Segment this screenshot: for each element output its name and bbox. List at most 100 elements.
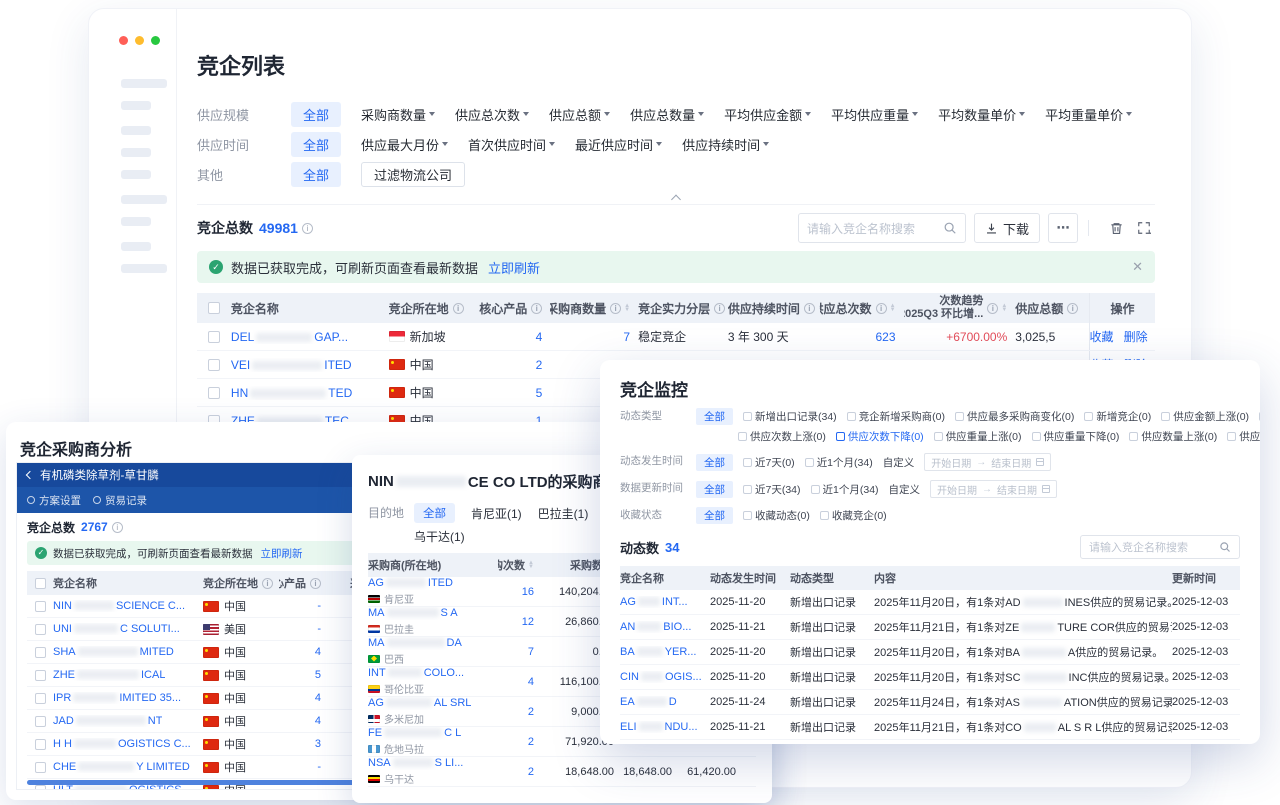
filter-checkbox-item[interactable]: 竞企新增采购商(0) <box>847 409 945 424</box>
fullscreen-button[interactable] <box>1133 217 1155 239</box>
select-all-checkbox[interactable] <box>35 578 46 589</box>
filter-checkbox-item[interactable]: 供应金额上涨(0) <box>1161 409 1249 424</box>
sort-icon[interactable]: ▲▼ <box>528 561 534 569</box>
filter-checkbox-item[interactable]: 近7天(34) <box>743 482 801 497</box>
filter-dropdown[interactable]: 平均重量单价 <box>1045 105 1132 124</box>
destination-filter[interactable]: 乌干达(1) <box>414 528 465 545</box>
row-checkbox[interactable] <box>35 716 46 727</box>
trash-button[interactable] <box>1105 217 1127 239</box>
filter-toggle-chip[interactable]: 过滤物流公司 <box>361 162 465 187</box>
row-checkbox[interactable] <box>35 601 46 612</box>
refresh-now-link[interactable]: 立即刷新 <box>261 546 303 561</box>
company-name-link[interactable]: SHAMITED <box>53 646 174 658</box>
select-all-checkbox[interactable] <box>208 302 220 314</box>
company-name-link[interactable]: ZHEICAL <box>53 669 165 681</box>
filter-checkbox-item[interactable]: 新增出口记录(34) <box>743 409 837 424</box>
filter-checkbox-item[interactable]: 近1个月(34) <box>805 455 873 470</box>
filter-dropdown[interactable]: 平均供应金额 <box>724 105 811 124</box>
filter-all-chip[interactable]: 全部 <box>696 408 733 425</box>
company-name-link[interactable]: CINOGIS... <box>620 671 702 683</box>
filter-dropdown[interactable]: 首次供应时间 <box>468 135 555 154</box>
company-name-link[interactable]: HNTED <box>231 386 352 400</box>
filter-all-chip[interactable]: 全部 <box>696 481 733 498</box>
menu-item[interactable]: 贸易记录 <box>93 493 147 508</box>
filter-dropdown[interactable]: 供应最大月份 <box>361 135 448 154</box>
company-name-link[interactable]: UNIC SOLUTI... <box>53 623 180 635</box>
row-checkbox[interactable] <box>35 785 46 791</box>
destination-filter[interactable]: 肯尼亚(1) <box>471 505 522 522</box>
filter-checkbox-item[interactable]: 供应数量下降(0) <box>1227 429 1260 444</box>
minimize-window-button[interactable] <box>135 36 144 45</box>
purchaser-name-link[interactable]: MAS A <box>368 607 458 620</box>
company-name-link[interactable]: EAD <box>620 696 677 708</box>
row-checkbox[interactable] <box>35 762 46 773</box>
filter-dropdown[interactable]: 供应总次数 <box>455 105 529 124</box>
purchaser-name-link[interactable]: MADA <box>368 637 462 650</box>
filter-dropdown[interactable]: 供应总数量 <box>630 105 704 124</box>
row-checkbox[interactable] <box>35 693 46 704</box>
menu-item[interactable]: 方案设置 <box>27 493 81 508</box>
row-checkbox[interactable] <box>35 624 46 635</box>
row-action-delete[interactable]: 删除 <box>1124 328 1148 345</box>
filter-checkbox-item[interactable]: 供应金额下降(0) <box>1259 409 1260 424</box>
company-name-link[interactable]: JADNT <box>53 715 162 727</box>
collapse-filters-button[interactable] <box>197 189 1155 205</box>
filter-checkbox-item[interactable]: 供应重量上涨(0) <box>934 429 1022 444</box>
date-range-picker[interactable]: 开始日期→结束日期 <box>924 453 1051 471</box>
filter-dropdown[interactable]: 最近供应时间 <box>575 135 662 154</box>
filter-checkbox-item[interactable]: 收藏动态(0) <box>743 508 810 523</box>
filter-all-chip[interactable]: 全部 <box>414 503 455 523</box>
back-icon[interactable] <box>26 471 34 479</box>
filter-dropdown[interactable]: 供应总额 <box>549 105 610 124</box>
company-name-link[interactable]: DELGAP... <box>231 330 348 344</box>
more-button[interactable]: ⋯ <box>1048 213 1078 243</box>
date-range-picker[interactable]: 开始日期→结束日期 <box>930 480 1057 498</box>
company-name-link[interactable]: AGINT... <box>620 596 688 608</box>
filter-all-chip[interactable]: 全部 <box>291 102 341 127</box>
row-checkbox[interactable] <box>35 670 46 681</box>
filter-checkbox-item[interactable]: 新增竞企(0) <box>1084 409 1151 424</box>
company-search-input[interactable]: 请输入竞企名称搜索 <box>798 213 966 243</box>
filter-dropdown[interactable]: 平均供应重量 <box>831 105 918 124</box>
sort-icon[interactable]: ▲▼ <box>1001 304 1007 312</box>
company-name-link[interactable]: CHEY LIMITED <box>53 761 190 773</box>
company-name-link[interactable]: BAYER... <box>620 646 696 658</box>
company-name-link[interactable]: ANBIO... <box>620 621 691 633</box>
sort-icon[interactable]: ▲▼ <box>624 304 630 312</box>
row-checkbox[interactable] <box>208 331 220 343</box>
filter-dropdown[interactable]: 供应持续时间 <box>682 135 769 154</box>
filter-all-chip[interactable]: 全部 <box>696 454 733 471</box>
refresh-now-link[interactable]: 立即刷新 <box>488 258 540 277</box>
filter-dropdown[interactable]: 平均数量单价 <box>938 105 1025 124</box>
purchaser-name-link[interactable]: AGAL SRL <box>368 697 471 710</box>
filter-checkbox-item[interactable]: 近1个月(34) <box>811 482 879 497</box>
filter-all-chip[interactable]: 全部 <box>696 507 733 524</box>
company-name-link[interactable]: ELINDU... <box>620 721 698 733</box>
filter-checkbox-item[interactable]: 供应次数下降(0) <box>836 429 924 444</box>
purchaser-name-link[interactable]: NSAS LI... <box>368 757 463 770</box>
filter-all-chip[interactable]: 全部 <box>291 162 341 187</box>
company-name-link[interactable]: IPRIMITED 35... <box>53 692 181 704</box>
filter-all-chip[interactable]: 全部 <box>291 132 341 157</box>
sort-icon[interactable]: ▲▼ <box>890 304 896 312</box>
company-name-link[interactable]: NINSCIENCE C... <box>53 600 185 612</box>
close-window-button[interactable] <box>119 36 128 45</box>
purchaser-name-link[interactable]: FEC L <box>368 727 461 740</box>
filter-checkbox-item[interactable]: 近7天(0) <box>743 455 795 470</box>
company-search-input[interactable]: 请输入竞企名称搜索 <box>1080 535 1240 559</box>
zoom-window-button[interactable] <box>151 36 160 45</box>
banner-close-icon[interactable]: ✕ <box>1132 259 1143 275</box>
filter-dropdown[interactable]: 采购商数量 <box>361 105 435 124</box>
filter-checkbox-item[interactable]: 供应数量上涨(0) <box>1129 429 1217 444</box>
purchaser-name-link[interactable]: INTCOLO... <box>368 667 464 680</box>
filter-checkbox-item[interactable]: 供应最多采购商变化(0) <box>955 409 1074 424</box>
download-button[interactable]: 下载 <box>974 213 1040 243</box>
filter-checkbox-item[interactable]: 供应重量下降(0) <box>1032 429 1120 444</box>
destination-filter[interactable]: 巴拉圭(1) <box>538 505 589 522</box>
filter-checkbox-item[interactable]: 自定义 <box>883 455 915 470</box>
filter-checkbox-item[interactable]: 自定义 <box>889 482 921 497</box>
company-name-link[interactable]: VEIITED <box>231 358 352 372</box>
row-checkbox[interactable] <box>35 647 46 658</box>
filter-checkbox-item[interactable]: 供应次数上涨(0) <box>738 429 826 444</box>
purchaser-name-link[interactable]: AGITED <box>368 577 453 590</box>
